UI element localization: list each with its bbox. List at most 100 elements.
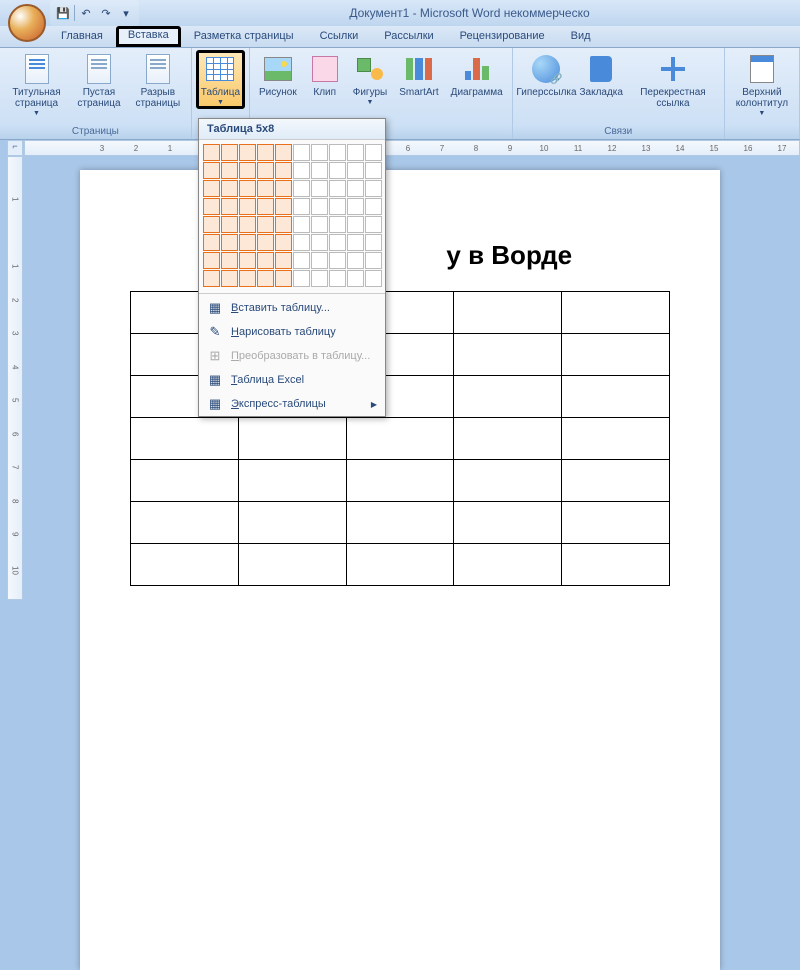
grid-cell[interactable] xyxy=(221,216,238,233)
smartart-button[interactable]: SmartArt xyxy=(394,50,443,101)
grid-cell[interactable] xyxy=(293,144,310,161)
table-cell[interactable] xyxy=(454,334,562,376)
bookmark-button[interactable]: Закладка xyxy=(578,50,624,101)
table-cell[interactable] xyxy=(454,292,562,334)
tab-вставка[interactable]: Вставка xyxy=(116,26,181,47)
grid-cell[interactable] xyxy=(239,162,256,179)
shapes-button[interactable]: Фигуры▼ xyxy=(348,50,392,109)
table-cell[interactable] xyxy=(131,460,239,502)
chart-button[interactable]: Диаграмма xyxy=(446,50,508,101)
grid-cell[interactable] xyxy=(365,144,382,161)
grid-cell[interactable] xyxy=(311,234,328,251)
grid-cell[interactable] xyxy=(239,216,256,233)
crossref-button[interactable]: Перекрестная ссылка xyxy=(626,50,720,112)
grid-cell[interactable] xyxy=(239,144,256,161)
tab-вид[interactable]: Вид xyxy=(558,26,604,47)
grid-cell[interactable] xyxy=(293,234,310,251)
table-cell[interactable] xyxy=(562,544,670,586)
blank-page-button[interactable]: Пустая страница xyxy=(71,50,127,112)
table-cell[interactable] xyxy=(562,460,670,502)
grid-cell[interactable] xyxy=(311,216,328,233)
grid-cell[interactable] xyxy=(293,162,310,179)
grid-cell[interactable] xyxy=(347,252,364,269)
grid-cell[interactable] xyxy=(203,252,220,269)
tab-рассылки[interactable]: Рассылки xyxy=(371,26,446,47)
save-button[interactable]: 💾 xyxy=(54,4,72,22)
table-cell[interactable] xyxy=(238,502,346,544)
grid-cell[interactable] xyxy=(221,198,238,215)
table-cell[interactable] xyxy=(238,418,346,460)
grid-cell[interactable] xyxy=(257,234,274,251)
grid-cell[interactable] xyxy=(257,252,274,269)
grid-cell[interactable] xyxy=(329,162,346,179)
table-cell[interactable] xyxy=(562,502,670,544)
grid-cell[interactable] xyxy=(203,270,220,287)
grid-cell[interactable] xyxy=(275,180,292,197)
vertical-ruler[interactable]: 112345678910 xyxy=(7,156,23,600)
grid-cell[interactable] xyxy=(365,270,382,287)
grid-cell[interactable] xyxy=(329,234,346,251)
grid-cell[interactable] xyxy=(311,180,328,197)
grid-cell[interactable] xyxy=(365,180,382,197)
table-cell[interactable] xyxy=(131,418,239,460)
office-button[interactable] xyxy=(8,4,46,42)
grid-cell[interactable] xyxy=(365,216,382,233)
table-cell[interactable] xyxy=(238,460,346,502)
tab-главная[interactable]: Главная xyxy=(48,26,116,47)
table-cell[interactable] xyxy=(131,502,239,544)
grid-cell[interactable] xyxy=(311,252,328,269)
grid-cell[interactable] xyxy=(311,270,328,287)
grid-cell[interactable] xyxy=(257,216,274,233)
grid-cell[interactable] xyxy=(257,144,274,161)
grid-cell[interactable] xyxy=(365,162,382,179)
grid-cell[interactable] xyxy=(275,234,292,251)
menu-item-quick-tables[interactable]: ▦Экспресс-таблицы▶ xyxy=(199,392,385,416)
table-cell[interactable] xyxy=(562,418,670,460)
grid-cell[interactable] xyxy=(365,234,382,251)
table-cell[interactable] xyxy=(454,460,562,502)
table-cell[interactable] xyxy=(454,502,562,544)
grid-cell[interactable] xyxy=(311,144,328,161)
grid-cell[interactable] xyxy=(329,216,346,233)
table-cell[interactable] xyxy=(131,544,239,586)
table-size-grid[interactable] xyxy=(199,140,385,291)
table-cell[interactable] xyxy=(454,376,562,418)
grid-cell[interactable] xyxy=(257,270,274,287)
grid-cell[interactable] xyxy=(221,252,238,269)
grid-cell[interactable] xyxy=(275,162,292,179)
page-break-button[interactable]: Разрыв страницы xyxy=(129,50,187,112)
table-cell[interactable] xyxy=(346,502,454,544)
grid-cell[interactable] xyxy=(293,270,310,287)
grid-cell[interactable] xyxy=(347,144,364,161)
grid-cell[interactable] xyxy=(221,270,238,287)
hyperlink-button[interactable]: Гиперссылка xyxy=(517,50,577,101)
grid-cell[interactable] xyxy=(203,198,220,215)
grid-cell[interactable] xyxy=(239,180,256,197)
redo-button[interactable]: ↷ xyxy=(97,4,115,22)
table-button[interactable]: Таблица▼ xyxy=(196,50,245,109)
grid-cell[interactable] xyxy=(275,198,292,215)
tab-рецензирование[interactable]: Рецензирование xyxy=(447,26,558,47)
grid-cell[interactable] xyxy=(239,252,256,269)
grid-cell[interactable] xyxy=(329,252,346,269)
grid-cell[interactable] xyxy=(275,252,292,269)
menu-item-excel-table[interactable]: ▦Таблица Excel xyxy=(199,368,385,392)
horizontal-ruler[interactable]: 3211234567891011121314151617 xyxy=(24,140,800,156)
clip-button[interactable]: Клип xyxy=(304,50,346,101)
menu-item-draw-table[interactable]: ✎Нарисовать таблицу xyxy=(199,320,385,344)
grid-cell[interactable] xyxy=(203,162,220,179)
grid-cell[interactable] xyxy=(365,252,382,269)
grid-cell[interactable] xyxy=(311,162,328,179)
grid-cell[interactable] xyxy=(203,144,220,161)
grid-cell[interactable] xyxy=(347,180,364,197)
grid-cell[interactable] xyxy=(239,234,256,251)
grid-cell[interactable] xyxy=(329,198,346,215)
grid-cell[interactable] xyxy=(275,144,292,161)
grid-cell[interactable] xyxy=(221,180,238,197)
grid-cell[interactable] xyxy=(275,216,292,233)
grid-cell[interactable] xyxy=(347,234,364,251)
table-cell[interactable] xyxy=(562,334,670,376)
document-page[interactable]: Ка XXXXXXXXXX у в Ворде xyxy=(80,170,720,970)
grid-cell[interactable] xyxy=(257,180,274,197)
table-cell[interactable] xyxy=(238,544,346,586)
